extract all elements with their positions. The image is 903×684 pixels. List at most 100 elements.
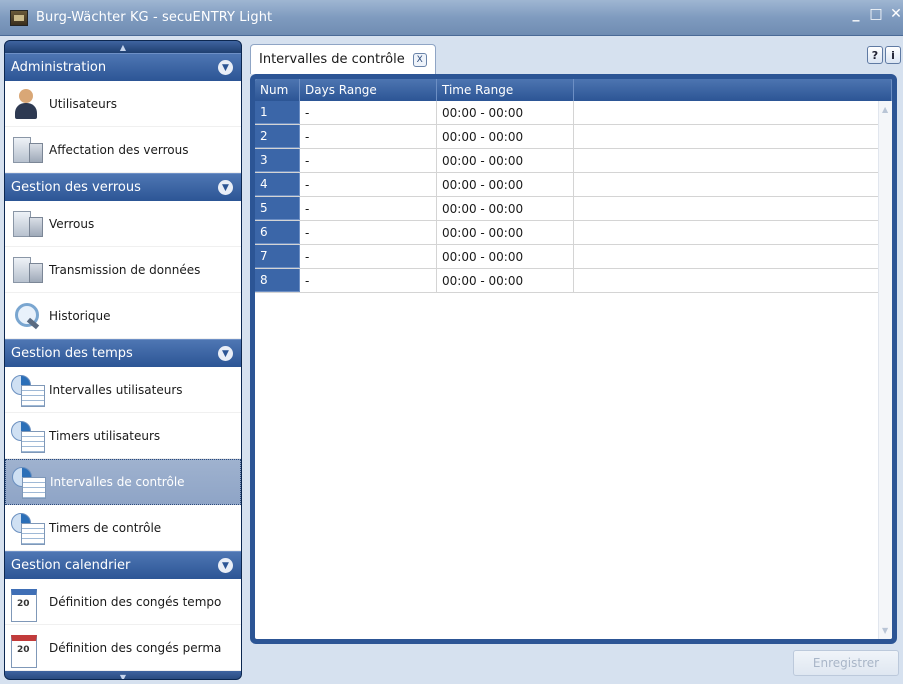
- table-row[interactable]: 8-00:00 - 00:00: [255, 269, 892, 293]
- lock-icon: [9, 207, 45, 241]
- table-row[interactable]: 5-00:00 - 00:00: [255, 197, 892, 221]
- filler-cell: [574, 197, 881, 220]
- sidebar-item-intervalles-controle[interactable]: Intervalles de contrôle: [5, 459, 241, 505]
- time-range-cell[interactable]: 00:00 - 00:00: [437, 269, 574, 292]
- column-header-time-range[interactable]: Time Range: [437, 79, 574, 101]
- section-label: Gestion des verrous: [11, 180, 141, 195]
- close-button[interactable]: ✕: [889, 6, 903, 22]
- row-num-cell[interactable]: 4: [255, 173, 300, 196]
- time-range-cell[interactable]: 00:00 - 00:00: [437, 149, 574, 172]
- tab-intervalles-controle[interactable]: Intervalles de contrôle X: [250, 44, 436, 74]
- section-label: Gestion des temps: [11, 346, 133, 361]
- days-range-cell[interactable]: -: [300, 269, 437, 292]
- days-range-cell[interactable]: -: [300, 125, 437, 148]
- table-row[interactable]: 6-00:00 - 00:00: [255, 221, 892, 245]
- time-range-cell[interactable]: 00:00 - 00:00: [437, 173, 574, 196]
- sidebar-item-conges-perma[interactable]: Définition des congés perma: [5, 625, 241, 671]
- days-range-cell[interactable]: -: [300, 173, 437, 196]
- sidebar-item-intervalles-utilisateurs[interactable]: Intervalles utilisateurs: [5, 367, 241, 413]
- sidebar-item-utilisateurs[interactable]: Utilisateurs: [5, 81, 241, 127]
- row-num-cell[interactable]: 2: [255, 125, 300, 148]
- user-icon: [9, 87, 45, 121]
- clock-lock-icon: [9, 511, 45, 545]
- maximize-button[interactable]: □: [869, 6, 883, 22]
- sidebar-item-timers-utilisateurs[interactable]: Timers utilisateurs: [5, 413, 241, 459]
- title-bar: Burg-Wächter KG - secuENTRY Light _ □ ✕: [0, 0, 903, 36]
- column-header-filler: [574, 79, 892, 101]
- scroll-up-arrow-icon[interactable]: ▲: [882, 105, 888, 114]
- time-range-cell[interactable]: 00:00 - 00:00: [437, 125, 574, 148]
- section-gestion-verrous[interactable]: Gestion des verrous ▼: [5, 173, 241, 201]
- clock-calendar-icon: [10, 465, 46, 499]
- days-range-cell[interactable]: -: [300, 101, 437, 124]
- sidebar-item-label: Intervalles de contrôle: [50, 475, 185, 489]
- table-vertical-scrollbar[interactable]: ▲ ▼: [878, 101, 892, 639]
- help-button[interactable]: ?: [867, 46, 883, 64]
- days-range-cell[interactable]: -: [300, 221, 437, 244]
- row-num-cell[interactable]: 1: [255, 101, 300, 124]
- row-num-cell[interactable]: 3: [255, 149, 300, 172]
- sidebar-item-timers-controle[interactable]: Timers de contrôle: [5, 505, 241, 551]
- table-row[interactable]: 1-00:00 - 00:00: [255, 101, 892, 125]
- days-range-cell[interactable]: -: [300, 197, 437, 220]
- clock-user-icon: [9, 419, 45, 453]
- sidebar-item-label: Utilisateurs: [49, 96, 117, 111]
- time-range-cell[interactable]: 00:00 - 00:00: [437, 101, 574, 124]
- sidebar-scroll-up-button[interactable]: ▲: [5, 41, 241, 53]
- days-range-cell[interactable]: -: [300, 149, 437, 172]
- table-row[interactable]: 4-00:00 - 00:00: [255, 173, 892, 197]
- chevron-down-icon[interactable]: ▼: [218, 180, 233, 195]
- sidebar-item-label: Timers utilisateurs: [49, 428, 161, 443]
- filler-cell: [574, 149, 881, 172]
- sidebar-item-verrous[interactable]: Verrous: [5, 201, 241, 247]
- column-header-num[interactable]: Num: [255, 79, 300, 101]
- sidebar-item-label: Définition des congés perma: [49, 640, 222, 655]
- app-logo-icon: [10, 9, 28, 26]
- time-range-cell[interactable]: 00:00 - 00:00: [437, 197, 574, 220]
- table-row[interactable]: 3-00:00 - 00:00: [255, 149, 892, 173]
- clock-calendar-icon: [9, 373, 45, 407]
- chevron-down-icon[interactable]: ▼: [218, 346, 233, 361]
- sidebar-item-label: Transmission de données: [49, 262, 201, 277]
- sidebar-scroll-down-button[interactable]: ▼: [5, 671, 241, 679]
- filler-cell: [574, 125, 881, 148]
- sidebar-item-historique[interactable]: Historique: [5, 293, 241, 339]
- sidebar-item-transmission[interactable]: Transmission de données: [5, 247, 241, 293]
- section-administration[interactable]: Administration ▼: [5, 53, 241, 81]
- tab-label: Intervalles de contrôle: [259, 52, 405, 67]
- navigation-sidebar: ▲ Administration ▼ Utilisateurs Affectat…: [4, 40, 242, 680]
- days-range-cell[interactable]: -: [300, 245, 437, 268]
- sidebar-item-label: Historique: [49, 308, 111, 323]
- filler-cell: [574, 245, 881, 268]
- save-button[interactable]: Enregistrer: [793, 650, 899, 676]
- filler-cell: [574, 101, 881, 124]
- chevron-down-icon[interactable]: ▼: [218, 60, 233, 75]
- row-num-cell[interactable]: 8: [255, 269, 300, 292]
- window-title: Burg-Wächter KG - secuENTRY Light: [36, 10, 273, 25]
- sidebar-item-label: Timers de contrôle: [49, 520, 162, 535]
- time-range-cell[interactable]: 00:00 - 00:00: [437, 221, 574, 244]
- row-num-cell[interactable]: 7: [255, 245, 300, 268]
- grid-panel: Num Days Range Time Range 1-00:00 - 00:0…: [250, 74, 897, 644]
- filler-cell: [574, 173, 881, 196]
- sidebar-item-label: Verrous: [49, 216, 95, 231]
- sidebar-item-conges-tempo[interactable]: Définition des congés tempo: [5, 579, 241, 625]
- column-header-days-range[interactable]: Days Range: [300, 79, 437, 101]
- section-gestion-temps[interactable]: Gestion des temps ▼: [5, 339, 241, 367]
- table-row[interactable]: 7-00:00 - 00:00: [255, 245, 892, 269]
- row-num-cell[interactable]: 5: [255, 197, 300, 220]
- help-buttons: ? i: [867, 46, 901, 64]
- minimize-button[interactable]: _: [849, 6, 863, 22]
- table-row[interactable]: 2-00:00 - 00:00: [255, 125, 892, 149]
- scroll-down-arrow-icon[interactable]: ▼: [882, 626, 888, 635]
- section-gestion-calendrier[interactable]: Gestion calendrier ▼: [5, 551, 241, 579]
- time-range-cell[interactable]: 00:00 - 00:00: [437, 245, 574, 268]
- main-content: Intervalles de contrôle X ? i Num Days R…: [246, 40, 903, 684]
- sidebar-item-label: Affectation des verrous: [49, 142, 189, 157]
- info-button[interactable]: i: [885, 46, 901, 64]
- row-num-cell[interactable]: 6: [255, 221, 300, 244]
- chevron-down-icon[interactable]: ▼: [218, 558, 233, 573]
- tab-close-button[interactable]: X: [412, 52, 427, 67]
- sidebar-item-affectation-verrous[interactable]: Affectation des verrous: [5, 127, 241, 173]
- calendar-icon: [9, 585, 45, 622]
